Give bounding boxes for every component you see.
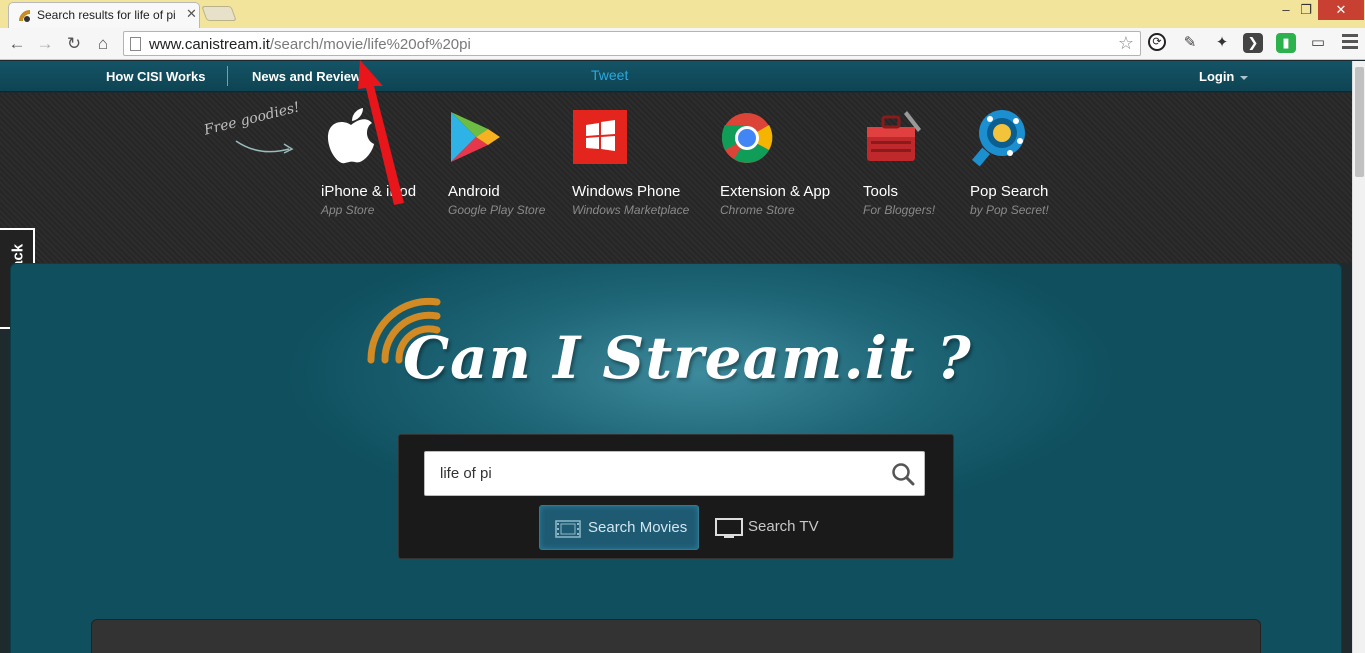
login-menu[interactable]: Login — [1199, 69, 1249, 84]
app-name: Extension & App — [720, 183, 831, 200]
url-path: /search/movie/life%20of%20pi — [269, 36, 471, 53]
home-icon[interactable]: ⌂ — [92, 33, 114, 55]
site-nav-bar: How CISI Works News and Reviews Tweet Lo… — [0, 61, 1352, 92]
app-store-label: For Bloggers! — [863, 203, 936, 217]
maximize-button[interactable]: ❐ — [1292, 0, 1320, 20]
site-logo[interactable]: Can I Stream.it ? — [363, 294, 1013, 394]
app-name: Pop Search — [970, 183, 1049, 200]
address-bar[interactable]: www.canistream.it/search/movie/life%20of… — [123, 31, 1141, 56]
app-name: Android — [448, 183, 500, 200]
logo-text: Can I Stream.it ? — [403, 324, 972, 392]
forward-icon[interactable]: → — [34, 33, 56, 55]
search-panel: life of pi Search Movies Search TV — [398, 434, 954, 559]
browser-tabstrip: Search results for life of pi ✕ – ❐ ✕ — [0, 0, 1365, 28]
scrollbar-thumb[interactable] — [1355, 67, 1364, 177]
back-icon[interactable]: ← — [6, 33, 28, 55]
tweet-button[interactable]: Tweet — [591, 67, 628, 83]
feedly-extension-icon[interactable]: ▮ — [1276, 33, 1296, 53]
nav-divider — [227, 66, 228, 86]
hero-panel: Can I Stream.it ? life of pi Search Movi… — [10, 263, 1342, 653]
app-name: Windows Phone — [572, 183, 681, 200]
windows-logo-icon — [573, 110, 627, 164]
tab-title: Search results for life of pi — [37, 8, 176, 22]
reload-icon[interactable]: ↻ — [63, 33, 85, 55]
url-host: www.canistream.it — [149, 36, 270, 53]
page-scrollbar[interactable] — [1352, 61, 1365, 653]
canistream-favicon-icon — [19, 10, 31, 22]
chrome-menu-icon[interactable] — [1342, 34, 1358, 52]
extension-sync-icon[interactable]: ⟳ — [1148, 33, 1166, 51]
search-tv-label: Search TV — [748, 518, 819, 535]
close-window-button[interactable]: ✕ — [1318, 0, 1364, 20]
app-store-label: Google Play Store — [448, 203, 546, 217]
page-icon — [130, 37, 141, 51]
login-label: Login — [1199, 69, 1235, 84]
red-annotation-arrow-icon — [358, 60, 404, 205]
browser-tab[interactable]: Search results for life of pi ✕ — [8, 2, 200, 28]
film-icon — [555, 520, 581, 538]
bookmark-star-icon[interactable]: ☆ — [1118, 33, 1134, 54]
chrome-logo-icon — [721, 113, 773, 163]
app-name: Tools — [863, 183, 899, 200]
browser-toolbar: ← → ↻ ⌂ www.canistream.it/search/movie/l… — [0, 28, 1365, 60]
search-tv-button[interactable]: Search TV — [715, 505, 835, 550]
toolbox-icon — [867, 111, 921, 161]
nav-how-cisi-works[interactable]: How CISI Works — [106, 69, 205, 84]
search-movies-button[interactable]: Search Movies — [539, 505, 699, 550]
app-store-label: Windows Marketplace — [572, 203, 690, 217]
tv-icon — [715, 518, 743, 538]
url-text: www.canistream.it/search/movie/life%20of… — [149, 36, 471, 53]
pop-search-icon — [972, 110, 1025, 167]
cast-icon[interactable]: ▭ — [1308, 33, 1328, 53]
search-input[interactable]: life of pi — [424, 451, 925, 496]
pocket-extension-icon[interactable]: ❯ — [1243, 33, 1263, 53]
app-store-label: by Pop Secret! — [970, 203, 1049, 217]
goodies-band: Free goodies! iPhone & iPod App Store An… — [0, 93, 1352, 263]
free-goodies-tag: Free goodies! — [202, 99, 302, 139]
search-movies-label: Search Movies — [588, 519, 688, 536]
google-play-icon — [451, 112, 500, 162]
evernote-extension-icon[interactable]: ✦ — [1212, 33, 1232, 53]
app-store-label: Chrome Store — [720, 203, 795, 217]
tab-close-icon[interactable]: ✕ — [186, 6, 197, 22]
caret-down-icon — [1240, 75, 1249, 80]
eyedropper-extension-icon[interactable]: ✎ — [1180, 33, 1200, 53]
new-tab-button[interactable] — [201, 6, 237, 21]
search-icon[interactable] — [891, 462, 915, 486]
curved-arrow-icon — [235, 140, 294, 154]
results-panel — [91, 619, 1261, 653]
